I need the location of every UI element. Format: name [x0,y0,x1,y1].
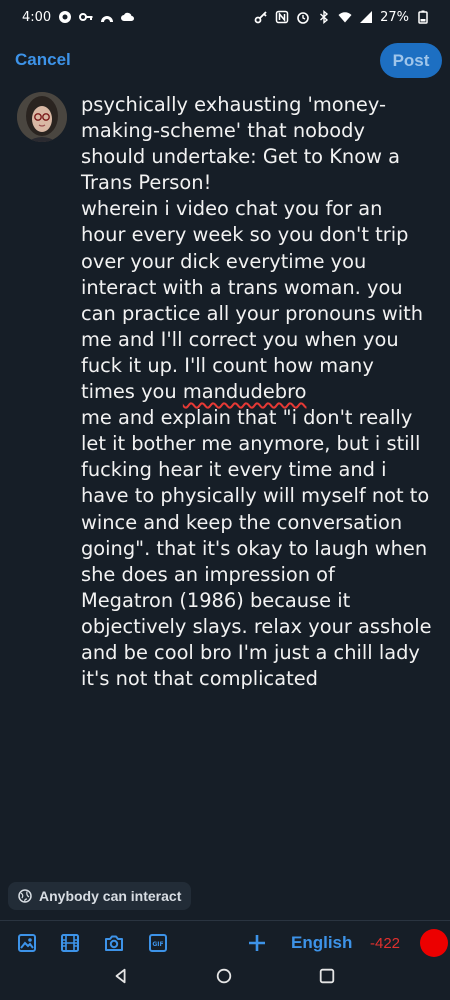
cancel-button[interactable]: Cancel [15,50,71,70]
image-icon[interactable] [16,932,38,954]
divider [0,920,450,921]
character-limit-indicator [420,929,448,957]
alarm-icon [296,10,310,24]
post-text-before: psychically exhausting 'money-making-sch… [81,93,424,404]
gif-icon[interactable]: GIF [147,932,169,954]
plus-icon[interactable] [246,932,268,954]
post-button[interactable]: Post [380,43,442,78]
status-time: 4:00 [22,9,52,25]
nfc-icon [275,10,289,24]
back-icon[interactable] [110,965,132,987]
avatar [17,92,67,142]
status-right: 27% [254,10,430,25]
signal-icon [359,10,373,24]
interaction-settings-button[interactable]: Anybody can interact [8,882,192,910]
language-selector[interactable]: English [291,933,352,953]
interaction-label: Anybody can interact [39,888,182,904]
status-left: 4:00 [22,10,135,25]
misspelled-word[interactable]: mandudebro [183,380,307,403]
post-text-after: me and explain that "i don't really let … [81,406,432,691]
bluetooth-icon [317,10,331,24]
character-count: -422 [370,935,401,952]
svg-text:GIF: GIF [152,941,163,948]
video-icon[interactable] [59,932,81,954]
recents-icon[interactable] [316,965,338,987]
status-bar: 4:00 27% [0,0,450,34]
wifi-icon [338,10,352,24]
globe-icon [18,889,32,903]
messenger-icon [58,10,72,24]
battery-percent: 27% [380,9,409,25]
battery-icon [416,10,430,24]
home-icon[interactable] [213,965,235,987]
cloud-icon [121,10,135,24]
composer-toolbar: GIF English -422 [0,928,450,960]
post-text-area[interactable]: psychically exhausting 'money-making-sch… [81,92,433,692]
key-icon [79,10,93,24]
app-arch-icon [100,10,114,24]
vpn-key-icon [254,10,268,24]
camera-icon[interactable] [103,932,125,954]
system-nav-bar [0,960,450,1000]
